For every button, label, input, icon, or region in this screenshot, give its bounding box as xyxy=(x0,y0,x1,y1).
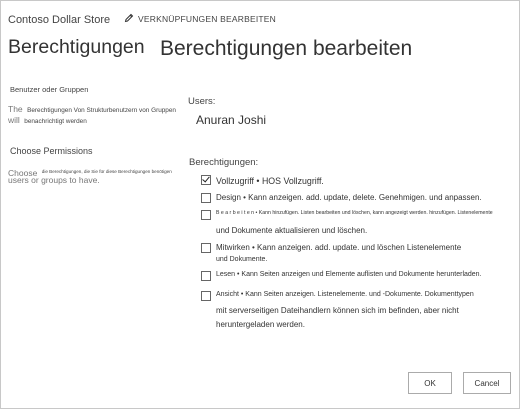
users-label: Users: xyxy=(188,96,216,107)
permissions-desc-small: die Berechtigungen, die Sie für diese Be… xyxy=(41,169,172,174)
cancel-button[interactable]: Cancel xyxy=(463,372,511,394)
pencil-icon xyxy=(124,13,134,23)
option-bearbeiten-label: B e a r b e i t e n • Kann hinzufügen. L… xyxy=(216,210,493,216)
checkbox-bearbeiten[interactable] xyxy=(201,210,211,220)
checkbox-ansicht[interactable] xyxy=(201,291,211,301)
option-bearbeiten-label-line2: und Dokumente aktualisieren und löschen. xyxy=(216,226,368,235)
option-ansicht-label: Ansicht • Kann Seiten anzeigen. Listenel… xyxy=(216,291,474,298)
users-section-desc-line2: will benachrichtigt werden xyxy=(8,110,87,128)
option-design-label: Design • Kann anzeigen. add. update, del… xyxy=(216,193,482,202)
checkbox-lesen[interactable] xyxy=(201,271,211,281)
option-mitwirken-label: Mitwirken • Kann anzeigen. add. update. … xyxy=(216,243,462,252)
option-mitwirken-label-line2: und Dokumente. xyxy=(216,256,268,263)
users-desc-line2-lead: will xyxy=(8,115,20,125)
checkbox-mitwirken[interactable] xyxy=(201,243,211,253)
dialog-frame xyxy=(0,0,520,409)
option-lesen-label: Lesen • Kann Seiten anzeigen und Element… xyxy=(216,271,482,278)
option-ansicht-label-line2: mit serverseitigen Dateihandlern können … xyxy=(216,306,459,315)
page-title: Berechtigungen xyxy=(8,36,145,58)
option-ansicht-label-line3: heruntergeladen werden. xyxy=(216,320,305,329)
permissions-desc-line2: users or groups to have. xyxy=(8,175,100,185)
ok-button[interactable]: OK xyxy=(408,372,452,394)
users-section-heading: Benutzer oder Gruppen xyxy=(10,85,89,94)
user-name[interactable]: Anuran Joshi xyxy=(196,113,266,127)
users-desc-line2-small: benachrichtigt werden xyxy=(24,118,87,125)
permissions-label: Berechtigungen: xyxy=(189,157,259,168)
edit-links-label: VERKNÜPFUNGEN BEARBEITEN xyxy=(138,14,276,24)
site-title[interactable]: Contoso Dollar Store xyxy=(8,14,110,26)
option-vollzugriff-label: Vollzugriff • HOS Vollzugriff. xyxy=(216,176,324,186)
checkbox-design[interactable] xyxy=(201,193,211,203)
page-subtitle: Berechtigungen bearbeiten xyxy=(160,37,413,60)
permissions-section-heading: Choose Permissions xyxy=(10,146,93,156)
edit-links-button[interactable]: VERKNÜPFUNGEN BEARBEITEN xyxy=(124,13,276,24)
checkbox-vollzugriff[interactable] xyxy=(201,175,211,185)
